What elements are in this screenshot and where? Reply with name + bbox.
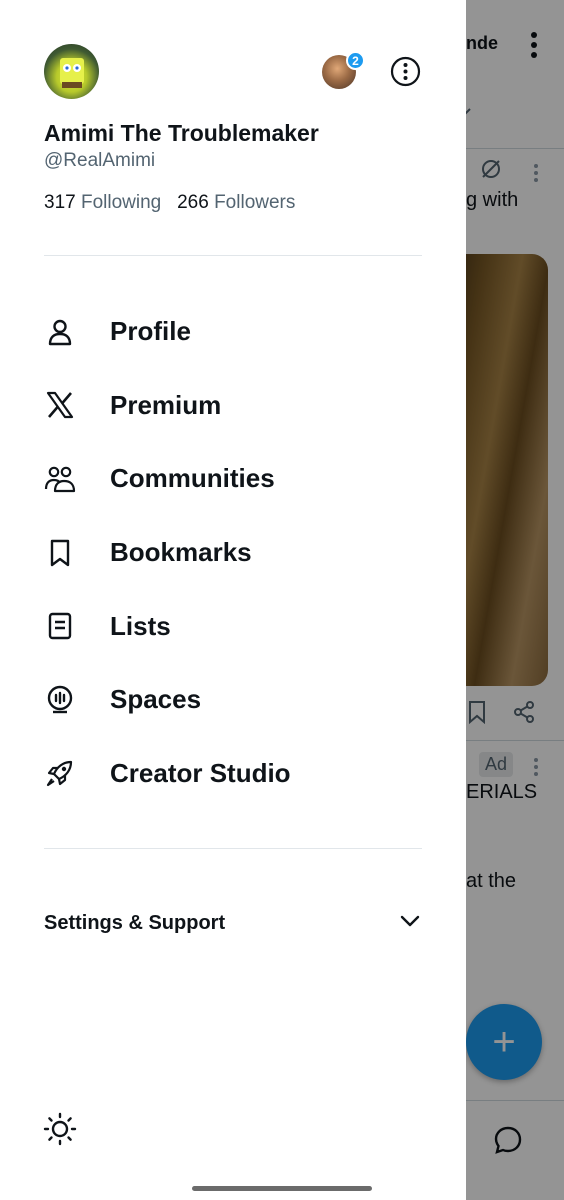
- menu-item-label: Bookmarks: [110, 537, 252, 568]
- followers-count: 266: [177, 192, 209, 213]
- menu-item-profile[interactable]: Profile: [0, 295, 466, 369]
- menu-item-label: Profile: [110, 316, 191, 347]
- settings-support-toggle[interactable]: Settings & Support: [44, 905, 422, 941]
- more-options-button[interactable]: [390, 56, 421, 87]
- following-label: Following: [80, 192, 162, 213]
- people-icon: [44, 463, 76, 495]
- person-icon: [44, 316, 76, 348]
- display-name[interactable]: Amimi The Troublemaker: [44, 120, 319, 147]
- menu-item-spaces[interactable]: Spaces: [0, 663, 466, 737]
- followers-link[interactable]: 266 Followers: [177, 192, 295, 213]
- divider: [44, 848, 422, 849]
- menu-item-label: Creator Studio: [110, 757, 291, 788]
- following-count: 317: [44, 192, 76, 213]
- list-icon: [44, 610, 76, 642]
- more-circle-icon: [390, 56, 421, 87]
- system-gesture-bar[interactable]: [192, 1186, 372, 1191]
- menu-item-creator-studio[interactable]: Creator Studio: [0, 737, 466, 811]
- menu-item-label: Communities: [110, 463, 275, 494]
- divider: [44, 255, 422, 256]
- chevron-down-icon: [398, 909, 422, 938]
- microphone-icon: [44, 684, 76, 716]
- menu-item-label: Premium: [110, 389, 222, 420]
- rocket-icon: [44, 757, 76, 789]
- menu-item-label: Spaces: [110, 684, 202, 715]
- sun-icon: [43, 1112, 77, 1146]
- bookmark-icon: [44, 537, 76, 569]
- drawer-menu: Profile Premium Communities Bookmarks Li…: [0, 295, 466, 810]
- settings-support-label: Settings & Support: [44, 911, 226, 934]
- navigation-drawer: 2 Amimi The Troublemaker @RealAmimi 317 …: [0, 0, 466, 1200]
- menu-item-label: Lists: [110, 610, 171, 641]
- following-link[interactable]: 317 Following: [44, 192, 161, 213]
- followers-label: Followers: [214, 192, 296, 213]
- user-handle: @RealAmimi: [44, 150, 156, 171]
- menu-item-communities[interactable]: Communities: [0, 442, 466, 516]
- x-logo-icon: [44, 389, 76, 421]
- menu-item-premium[interactable]: Premium: [0, 369, 466, 443]
- avatar[interactable]: [44, 44, 99, 99]
- account-badge: 2: [346, 51, 365, 70]
- menu-item-lists[interactable]: Lists: [0, 589, 466, 663]
- menu-item-bookmarks[interactable]: Bookmarks: [0, 516, 466, 590]
- display-theme-button[interactable]: [43, 1112, 77, 1146]
- follow-stats: 317 Following 266 Followers: [44, 192, 295, 214]
